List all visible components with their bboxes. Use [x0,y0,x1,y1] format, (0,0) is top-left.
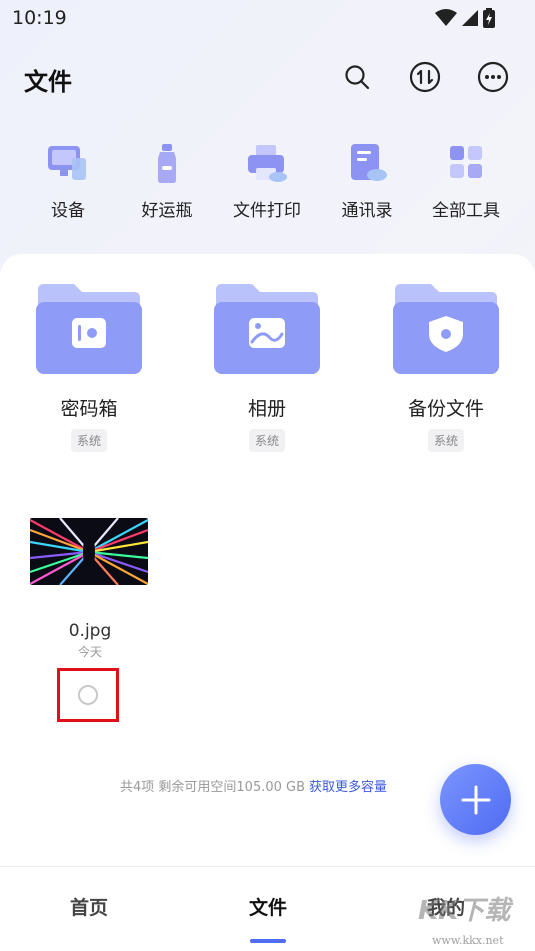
folder-icon [32,280,146,376]
watermark: KK下载 [418,896,511,926]
header: 文件 [0,52,535,104]
tool-label: 全部工具 [432,201,500,221]
folder-backup[interactable]: 备份文件 系统 [381,280,511,452]
file-date: 今天 [77,645,102,659]
album-icon [249,318,285,348]
search-icon [345,65,370,90]
tools-row: 设备 好运瓶 文件打印 通讯录 全部工具 [0,140,535,232]
battery-icon [483,8,495,28]
tool-label: 通讯录 [341,201,393,221]
safe-icon [72,318,106,348]
page-title: 文件 [24,68,72,96]
all-tools-icon [443,140,489,186]
folder-name: 密码箱 [60,398,118,420]
nav-files[interactable]: 文件 [228,893,308,920]
transfer-icon [409,61,441,93]
file-item[interactable]: 0.jpg 今天 [30,518,150,722]
active-tab-indicator [250,939,286,943]
storage-info: 共4项 剩余可用空间105.00 GB 获取更多容量 [120,776,387,795]
watermark-url: www.kkx.net [432,934,504,947]
storage-text: 共4项 剩余可用空间105.00 GB [120,780,306,795]
tool-label: 设备 [51,201,85,221]
file-list-panel: 密码箱 系统 相册 系统 备份文件 系统 0.jpg 今天 共4项 剩余可用空间… [0,254,535,866]
folder-safe[interactable]: 密码箱 系统 [24,280,154,452]
device-icon [45,140,91,186]
get-more-storage-link[interactable]: 获取更多容量 [309,780,387,795]
tool-all-tools[interactable]: 全部工具 [421,140,511,221]
printer-icon [244,140,290,186]
plus-icon [461,785,490,814]
tool-label: 好运瓶 [141,201,193,221]
system-badge: 系统 [427,429,464,452]
search-button[interactable] [340,60,374,94]
system-badge: 系统 [70,429,107,452]
more-button[interactable] [476,60,510,94]
nav-home[interactable]: 首页 [49,893,129,920]
tool-print[interactable]: 文件打印 [222,140,312,221]
folder-name: 备份文件 [407,398,484,420]
transfer-button[interactable] [408,60,442,94]
tool-bottle[interactable]: 好运瓶 [122,140,212,221]
status-icons [435,8,495,28]
system-badge: 系统 [248,429,285,452]
file-name: 0.jpg [68,621,112,641]
bottle-icon [144,140,190,186]
wifi-icon [435,9,457,26]
signal-icon [462,10,478,26]
status-bar: 10:19 [0,0,535,36]
status-time: 10:19 [12,7,67,29]
file-thumbnail[interactable] [30,518,148,585]
tool-label: 文件打印 [233,201,301,221]
folder-name: 相册 [247,398,286,420]
more-icon [477,61,509,93]
tool-device[interactable]: 设备 [23,140,113,221]
select-checkbox-highlight[interactable] [57,668,119,722]
folder-icon [210,280,324,376]
add-button[interactable] [440,764,511,835]
select-checkbox[interactable] [78,685,98,705]
tool-contacts[interactable]: 通讯录 [322,140,412,221]
folder-icon [389,280,503,376]
folder-album[interactable]: 相册 系统 [202,280,332,452]
contacts-icon [344,140,390,186]
